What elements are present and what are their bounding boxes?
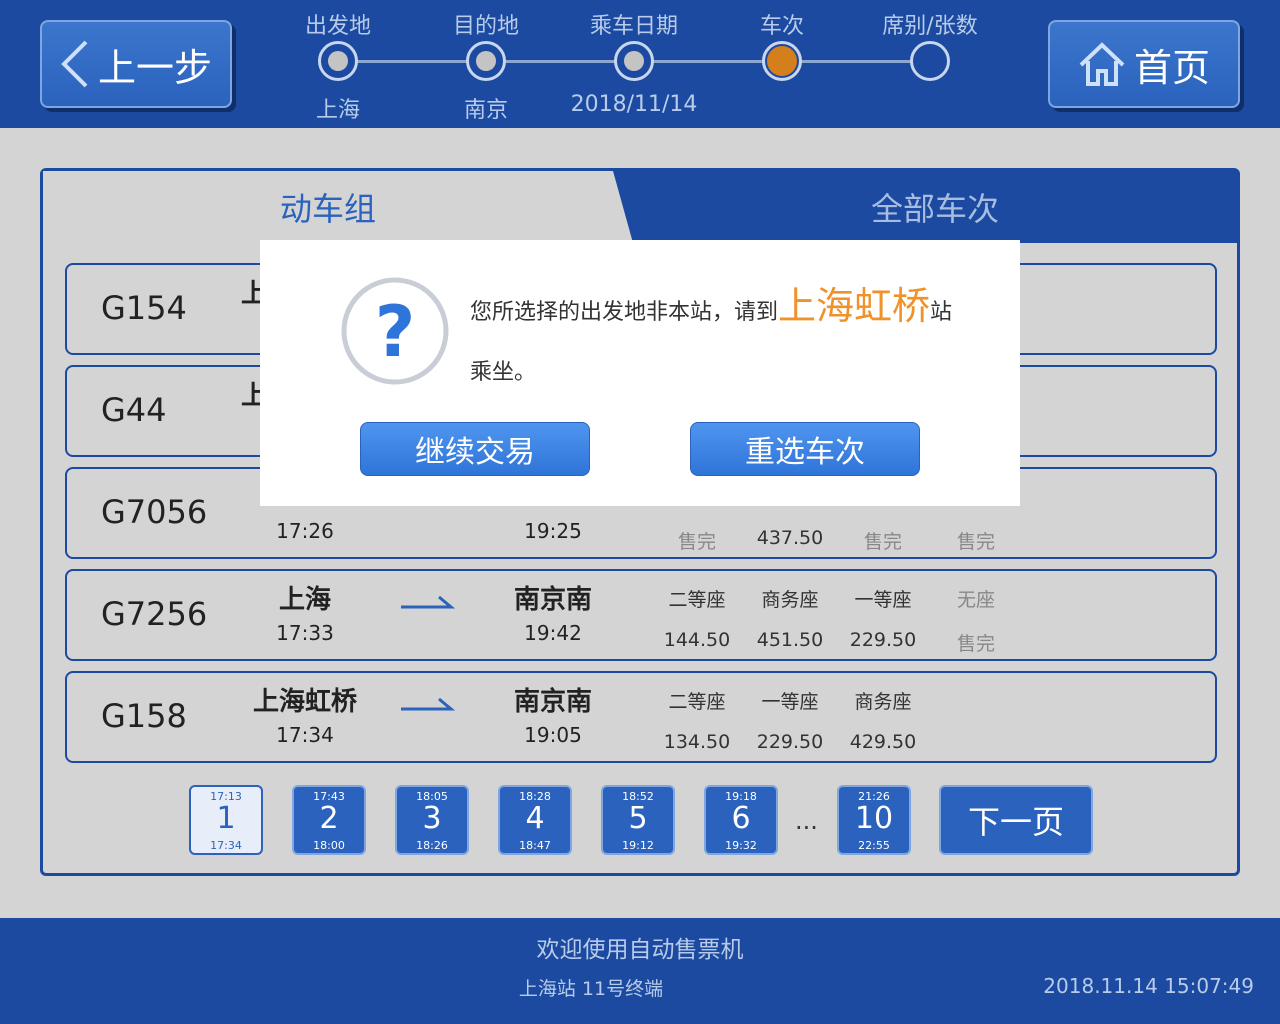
welcome-text: 欢迎使用自动售票机	[536, 937, 744, 963]
page-button-4[interactable]: 18:28 4 18:47	[498, 785, 572, 855]
arrow-right-icon	[401, 697, 455, 711]
page-number: 10	[854, 801, 894, 836]
seat-price: 229.50	[756, 731, 824, 753]
train-row[interactable]: G7256 上海 17:33 南京南 19:42 二等座 144.50 商务座 …	[65, 569, 1217, 661]
page-button-2[interactable]: 17:43 2 18:00	[292, 785, 366, 855]
step-label: 出发地	[304, 14, 371, 39]
seat-price: 144.50	[663, 629, 731, 651]
seat-class: 无座	[956, 589, 995, 611]
seat-price: 229.50	[849, 629, 917, 651]
header: 上一步 出发地 上海 目的地 南京 乘车日期 2018/11/14 车次 席别/…	[0, 0, 1280, 128]
seat-class: 二等座	[668, 691, 726, 713]
step-label: 车次	[759, 14, 804, 39]
seat-price: 429.50	[849, 731, 917, 753]
seat-price: 451.50	[756, 629, 824, 651]
step-value: 上海	[315, 98, 360, 123]
departure-station: 上海虹桥	[252, 687, 357, 717]
step-dot	[614, 41, 654, 81]
page-end-time: 19:32	[725, 839, 757, 852]
seat-price: 134.50	[663, 731, 731, 753]
departure-time: 17:33	[276, 621, 334, 645]
arrival-time: 19:25	[524, 519, 582, 543]
step-dot	[762, 41, 802, 81]
arrival-station: 南京南	[513, 585, 592, 615]
tab-bar: 动车组 全部车次	[43, 171, 1237, 243]
seat-class: 一等座	[761, 691, 819, 713]
arrival-station: 南京南	[513, 687, 592, 717]
page-button-5[interactable]: 18:52 5 19:12	[601, 785, 675, 855]
question-icon: ?	[341, 277, 449, 385]
step-label: 席别/张数	[882, 14, 978, 39]
step-label: 乘车日期	[589, 14, 678, 39]
home-label: 首页	[1133, 45, 1210, 90]
step-dot	[318, 41, 358, 81]
pager-ellipsis: ...	[795, 807, 818, 835]
back-label: 上一步	[97, 45, 212, 90]
step-dot	[910, 41, 950, 81]
message-text: 您所选择的出发地非本站，请到	[470, 300, 779, 325]
page-end-time: 17:34	[210, 839, 242, 852]
page-number: 3	[422, 801, 442, 836]
step-dot	[466, 41, 506, 81]
departure-station: 上海	[278, 585, 331, 615]
page-button-6[interactable]: 19:18 6 19:32	[704, 785, 778, 855]
page-button-1[interactable]: 17:13 1 17:34	[189, 785, 263, 855]
arrival-time: 19:42	[524, 621, 582, 645]
seat-price: 437.50	[756, 527, 824, 549]
train-number: G154	[101, 289, 187, 327]
highlight-station: 上海虹桥	[778, 284, 931, 328]
footer: 欢迎使用自动售票机 上海站 11号终端 2018.11.14 15:07:49	[0, 918, 1280, 1024]
step-value: 2018/11/14	[570, 92, 698, 117]
page-button-10[interactable]: 21:26 10 22:55	[837, 785, 911, 855]
arrival-time: 19:05	[524, 723, 582, 747]
tab-all-trains[interactable]: 全部车次	[633, 171, 1237, 243]
seat-price: 售完	[863, 531, 902, 553]
next-page-button[interactable]: 下一页	[939, 785, 1093, 855]
step-label: 目的地	[452, 14, 519, 39]
page-end-time: 18:26	[416, 839, 448, 852]
chevron-left-icon	[61, 40, 88, 88]
home-icon	[1079, 42, 1125, 86]
home-button[interactable]: 首页	[1048, 20, 1240, 108]
seat-class: 二等座	[668, 589, 726, 611]
page-number: 5	[628, 801, 648, 836]
page-number: 2	[319, 801, 339, 836]
page-number: 6	[731, 801, 751, 836]
tab-emu[interactable]: 动车组	[43, 171, 633, 243]
seat-class: 商务座	[761, 589, 819, 611]
page-end-time: 22:55	[858, 839, 890, 852]
page-number: 1	[216, 801, 236, 836]
seat-price: 售完	[956, 531, 995, 553]
datetime: 2018.11.14 15:07:49	[1043, 974, 1254, 998]
seat-price: 售完	[956, 633, 995, 655]
dialog-message: 您所选择的出发地非本站，请到上海虹桥站乘坐。	[470, 276, 970, 403]
page-end-time: 18:00	[313, 839, 345, 852]
train-row[interactable]: G158 上海虹桥 17:34 南京南 19:05 二等座 134.50 一等座…	[65, 671, 1217, 763]
train-number: G158	[101, 697, 187, 735]
back-button[interactable]: 上一步	[40, 20, 232, 108]
page-end-time: 18:47	[519, 839, 551, 852]
continue-transaction-button[interactable]: 继续交易	[360, 422, 590, 476]
train-number: G44	[101, 391, 167, 429]
page-end-time: 19:12	[622, 839, 654, 852]
departure-time: 17:34	[276, 723, 334, 747]
seat-class: 商务座	[854, 691, 912, 713]
train-number: G7056	[101, 493, 208, 531]
step-value: 南京	[463, 98, 508, 123]
arrow-right-icon	[401, 595, 455, 609]
reselect-train-button[interactable]: 重选车次	[690, 422, 920, 476]
page-button-3[interactable]: 18:05 3 18:26	[395, 785, 469, 855]
seat-price: 售完	[677, 531, 716, 553]
departure-time: 17:26	[276, 519, 334, 543]
seat-class: 一等座	[854, 589, 912, 611]
terminal-info: 上海站 11号终端	[518, 978, 664, 1000]
svg-text:?: ?	[375, 291, 416, 373]
train-number: G7256	[101, 595, 208, 633]
station-warning-dialog: ? 您所选择的出发地非本站，请到上海虹桥站乘坐。 继续交易 重选车次	[260, 240, 1020, 506]
page-number: 4	[525, 801, 545, 836]
